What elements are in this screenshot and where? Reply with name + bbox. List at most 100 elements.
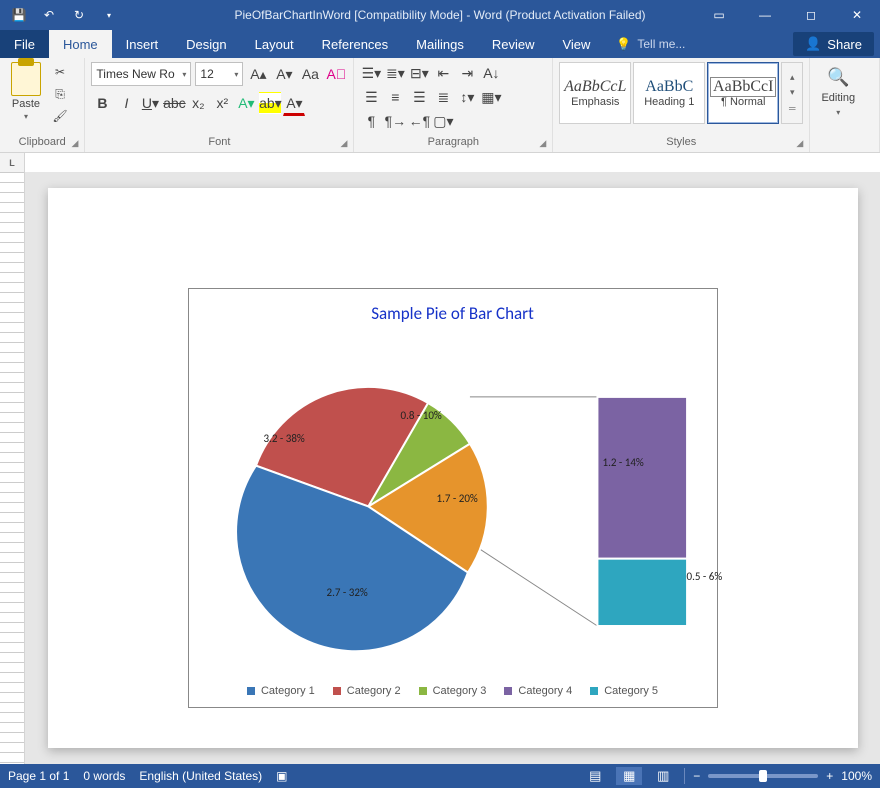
rtl-button[interactable]: ←¶ bbox=[408, 110, 430, 132]
undo-icon[interactable]: ↶ bbox=[36, 4, 62, 26]
zoom-in-button[interactable]: + bbox=[826, 769, 833, 783]
group-label-clipboard: Clipboard ◢ bbox=[6, 134, 78, 152]
group-styles: AaBbCcL Emphasis AaBbC Heading 1 AaBbCcI… bbox=[553, 58, 810, 152]
style-normal[interactable]: AaBbCcI ¶ Normal bbox=[707, 62, 779, 124]
minimize-button[interactable]: — bbox=[742, 0, 788, 30]
tab-layout[interactable]: Layout bbox=[241, 30, 308, 58]
increase-indent-button[interactable]: ⇥ bbox=[456, 62, 478, 84]
tab-view[interactable]: View bbox=[548, 30, 604, 58]
style-emphasis[interactable]: AaBbCcL Emphasis bbox=[559, 62, 631, 124]
align-right-button[interactable]: ☰ bbox=[408, 86, 430, 108]
group-font: Times New Ro ▾ 12 ▾ A▴ A▾ Aa A⃠ B I U▾ a… bbox=[85, 58, 354, 152]
justify-button[interactable]: ≣ bbox=[432, 86, 454, 108]
change-case-button[interactable]: Aa bbox=[299, 63, 321, 85]
qat-customize-icon[interactable]: ▾ bbox=[96, 4, 122, 26]
tab-mailings[interactable]: Mailings bbox=[402, 30, 478, 58]
data-label-category5: 0.5 - 6% bbox=[687, 570, 723, 583]
shrink-font-button[interactable]: A▾ bbox=[273, 63, 295, 85]
style-name: Heading 1 bbox=[644, 96, 694, 108]
legend-item-category5[interactable]: Category 5 bbox=[590, 685, 658, 697]
paste-button[interactable]: Paste ▾ bbox=[6, 62, 46, 126]
show-hide-button[interactable]: ¶ bbox=[360, 110, 382, 132]
grow-font-button[interactable]: A▴ bbox=[247, 63, 269, 85]
strikethrough-button[interactable]: abc bbox=[163, 92, 185, 114]
sort-button[interactable]: A↓ bbox=[480, 62, 502, 84]
redo-icon[interactable]: ↻ bbox=[66, 4, 92, 26]
save-icon[interactable]: 💾 bbox=[6, 4, 32, 26]
data-label-category1: 2.7 - 32% bbox=[327, 586, 368, 599]
shading-button[interactable]: ▦▾ bbox=[480, 86, 502, 108]
font-name-value: Times New Ro bbox=[96, 67, 174, 81]
bold-button[interactable]: B bbox=[91, 92, 113, 114]
align-center-button[interactable]: ≡ bbox=[384, 86, 406, 108]
bar-segment-category4[interactable] bbox=[597, 397, 687, 559]
copy-button[interactable]: ⎘ bbox=[50, 84, 70, 104]
ltr-button[interactable]: ¶→ bbox=[384, 110, 406, 132]
tab-insert[interactable]: Insert bbox=[112, 30, 173, 58]
styles-gallery-more[interactable]: ▴ ▾ ＝ bbox=[781, 62, 803, 124]
data-label-other: 1.7 - 20% bbox=[437, 492, 478, 505]
maximize-button[interactable]: ◻ bbox=[788, 0, 834, 30]
print-layout-button[interactable]: ▦ bbox=[616, 767, 642, 785]
status-bar: Page 1 of 1 0 words English (United Stat… bbox=[0, 764, 880, 788]
superscript-button[interactable]: x² bbox=[211, 92, 233, 114]
zoom-level[interactable]: 100% bbox=[841, 769, 872, 783]
subscript-button[interactable]: x₂ bbox=[187, 92, 209, 114]
borders-button[interactable]: ▢▾ bbox=[432, 110, 454, 132]
status-word-count[interactable]: 0 words bbox=[83, 769, 125, 783]
underline-button[interactable]: U▾ bbox=[139, 92, 161, 114]
legend-swatch bbox=[504, 687, 512, 695]
font-size-combobox[interactable]: 12 ▾ bbox=[195, 62, 243, 86]
font-size-value: 12 bbox=[200, 67, 213, 81]
numbering-button[interactable]: ≣▾ bbox=[384, 62, 406, 84]
align-left-button[interactable]: ☰ bbox=[360, 86, 382, 108]
tab-file[interactable]: File bbox=[0, 30, 49, 58]
vertical-ruler[interactable] bbox=[0, 172, 25, 764]
read-mode-button[interactable]: ▤ bbox=[582, 767, 608, 785]
line-spacing-button[interactable]: ↕▾ bbox=[456, 86, 478, 108]
group-label-font: Font ◢ bbox=[91, 134, 347, 152]
status-page[interactable]: Page 1 of 1 bbox=[8, 769, 69, 783]
font-name-combobox[interactable]: Times New Ro ▾ bbox=[91, 62, 191, 86]
document-area[interactable]: Sample Pie of Bar Chart bbox=[25, 172, 880, 764]
dialog-launcher-icon[interactable]: ◢ bbox=[796, 138, 803, 149]
tab-design[interactable]: Design bbox=[172, 30, 240, 58]
zoom-slider[interactable] bbox=[708, 774, 818, 778]
dialog-launcher-icon[interactable]: ◢ bbox=[71, 138, 78, 149]
legend-item-category3[interactable]: Category 3 bbox=[419, 685, 487, 697]
font-color-button[interactable]: A▾ bbox=[283, 92, 305, 116]
italic-button[interactable]: I bbox=[115, 92, 137, 114]
clear-formatting-button[interactable]: A⃠ bbox=[325, 63, 347, 85]
tab-home[interactable]: Home bbox=[49, 30, 112, 58]
bullets-button[interactable]: ☰▾ bbox=[360, 62, 382, 84]
status-language[interactable]: English (United States) bbox=[139, 769, 262, 783]
highlight-button[interactable]: ab▾ bbox=[259, 92, 281, 114]
share-button[interactable]: 👤 Share bbox=[793, 32, 874, 56]
tab-selector[interactable]: L bbox=[0, 153, 25, 173]
multilevel-list-button[interactable]: ⊟▾ bbox=[408, 62, 430, 84]
zoom-out-button[interactable]: − bbox=[693, 769, 700, 783]
legend-item-category4[interactable]: Category 4 bbox=[504, 685, 572, 697]
ribbon-display-icon[interactable]: ▭ bbox=[696, 0, 742, 30]
tab-references[interactable]: References bbox=[308, 30, 402, 58]
cut-button[interactable]: ✂ bbox=[50, 62, 70, 82]
share-icon: 👤 bbox=[805, 36, 821, 52]
text-effects-button[interactable]: A▾ bbox=[235, 92, 257, 114]
chart-object[interactable]: Sample Pie of Bar Chart bbox=[188, 288, 718, 708]
web-layout-button[interactable]: ▥ bbox=[650, 767, 676, 785]
format-painter-button[interactable]: 🖌 bbox=[50, 106, 70, 126]
tab-review[interactable]: Review bbox=[478, 30, 549, 58]
tell-me-search[interactable]: 💡 Tell me... bbox=[604, 30, 697, 58]
horizontal-ruler[interactable]: L bbox=[0, 153, 880, 174]
dialog-launcher-icon[interactable]: ◢ bbox=[539, 138, 546, 149]
macro-recording-icon[interactable]: ▣ bbox=[276, 769, 287, 783]
style-heading1[interactable]: AaBbC Heading 1 bbox=[633, 62, 705, 124]
group-paragraph: ☰▾ ≣▾ ⊟▾ ⇤ ⇥ A↓ ☰ ≡ ☰ ≣ ↕▾ ▦▾ ¶ ¶→ ←¶ ▢▾… bbox=[354, 58, 553, 152]
dialog-launcher-icon[interactable]: ◢ bbox=[340, 138, 347, 149]
legend-item-category1[interactable]: Category 1 bbox=[247, 685, 315, 697]
legend-item-category2[interactable]: Category 2 bbox=[333, 685, 401, 697]
editing-button[interactable]: 🔍 Editing ▾ bbox=[816, 62, 860, 122]
close-button[interactable]: ✕ bbox=[834, 0, 880, 30]
bar-segment-category5[interactable] bbox=[597, 559, 687, 626]
decrease-indent-button[interactable]: ⇤ bbox=[432, 62, 454, 84]
